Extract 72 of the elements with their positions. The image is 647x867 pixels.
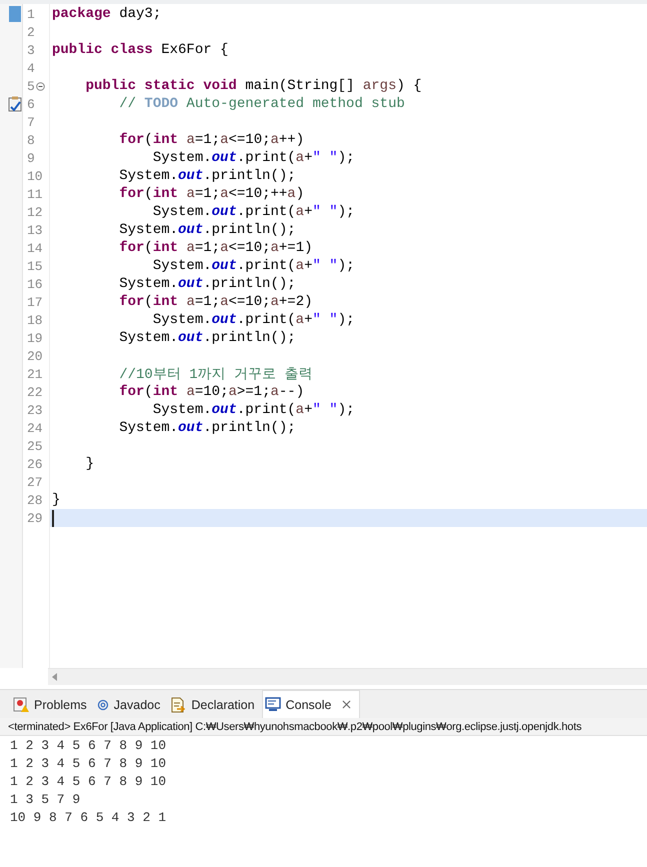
code-line: System.out.print(a+" "); <box>152 150 355 166</box>
scroll-left-icon[interactable] <box>52 673 58 681</box>
line-number: 25 <box>26 438 43 454</box>
text-cursor <box>52 510 54 526</box>
line-number: 3 <box>26 42 35 58</box>
code-line: for(int a=1;a<=10;a+=2) <box>118 294 313 310</box>
line-number: 2 <box>26 24 35 40</box>
line-number: 14 <box>26 240 43 256</box>
line-number: 11 <box>26 186 43 202</box>
code-line: for(int a=10;a>=1;a--) <box>118 384 304 400</box>
code-line: package day3; <box>51 6 162 22</box>
code-line: System.out.println(); <box>118 276 296 292</box>
code-line: public class Ex6For { <box>51 42 228 58</box>
monitor-icon <box>264 697 281 712</box>
console-output-line: 1 2 3 4 5 6 7 8 9 10 <box>10 773 168 791</box>
line-number: 24 <box>26 420 43 436</box>
collapse-icon[interactable] <box>36 82 45 90</box>
line-number: 18 <box>26 312 43 328</box>
console-output-line: 1 3 5 7 9 <box>10 791 82 809</box>
code-line: System.out.print(a+" "); <box>152 258 355 274</box>
view-tab[interactable]: Declaration <box>167 690 262 718</box>
line-number: 15 <box>26 258 43 274</box>
line-number: 7 <box>26 114 35 130</box>
bookmark-marker-icon <box>9 6 21 22</box>
line-number: 17 <box>26 294 43 310</box>
code-line: System.out.println(); <box>118 168 296 184</box>
code-line: System.out.println(); <box>118 222 296 238</box>
console-output-line: 10 9 8 7 6 5 4 3 2 1 <box>10 809 168 827</box>
line-number: 10 <box>26 168 43 184</box>
line-number: 28 <box>26 492 43 508</box>
view-tab[interactable]: Console <box>262 690 360 718</box>
line-number: 26 <box>26 456 43 472</box>
line-number: 29 <box>26 510 43 526</box>
view-tab[interactable]: Problems <box>10 690 94 718</box>
code-line: } <box>51 492 60 508</box>
line-number: 23 <box>26 402 43 418</box>
code-line: System.out.print(a+" "); <box>152 312 355 328</box>
console-header: <terminated> Ex6For [Java Application] C:₩Users₩hyunohsmacbook₩.p2₩pool₩plugins₩org.eclipse.justj.openjdk.hots <box>0 718 647 736</box>
document-arrow-icon <box>170 696 186 712</box>
line-number: 16 <box>26 276 43 292</box>
code-line: //10부터 1까지 거꾸로 출력 <box>118 366 312 383</box>
code-line: // TODO Auto-generated method stub <box>118 96 405 112</box>
line-number: 9 <box>26 150 35 166</box>
line-number: 22 <box>26 384 43 400</box>
line-number: 5 <box>26 78 35 94</box>
console-output-line: 1 2 3 4 5 6 7 8 9 10 <box>10 737 168 755</box>
view-tab[interactable]: Javadoc <box>94 690 168 718</box>
close-icon[interactable] <box>340 698 354 711</box>
line-number: 19 <box>26 330 43 346</box>
line-number: 21 <box>26 366 43 382</box>
console-output-line: 1 2 3 4 5 6 7 8 9 10 <box>10 755 168 773</box>
code-line: System.out.println(); <box>118 420 296 436</box>
code-line: System.out.print(a+" "); <box>152 402 355 418</box>
line-number: 20 <box>26 348 43 364</box>
line-number: 1 <box>26 6 35 22</box>
line-number: 27 <box>26 474 43 490</box>
line-number: 13 <box>26 222 43 238</box>
problems-icon <box>13 696 29 712</box>
line-number: 8 <box>26 132 35 148</box>
task-clipboard-icon <box>8 96 22 112</box>
code-line: for(int a=1;a<=10;a++) <box>118 132 304 148</box>
code-line: for(int a=1;a<=10;++a) <box>118 186 304 202</box>
code-editor[interactable] <box>0 0 647 685</box>
line-number: 4 <box>26 60 35 76</box>
code-line: } <box>84 456 94 472</box>
code-line: public static void main(String[] args) { <box>84 78 422 94</box>
line-number: 6 <box>26 96 35 112</box>
line-number: 12 <box>26 204 43 220</box>
code-line: System.out.print(a+" "); <box>152 204 355 220</box>
horizontal-scrollbar[interactable] <box>48 668 647 685</box>
code-line: for(int a=1;a<=10;a+=1) <box>118 240 313 256</box>
code-line: System.out.println(); <box>118 330 296 346</box>
